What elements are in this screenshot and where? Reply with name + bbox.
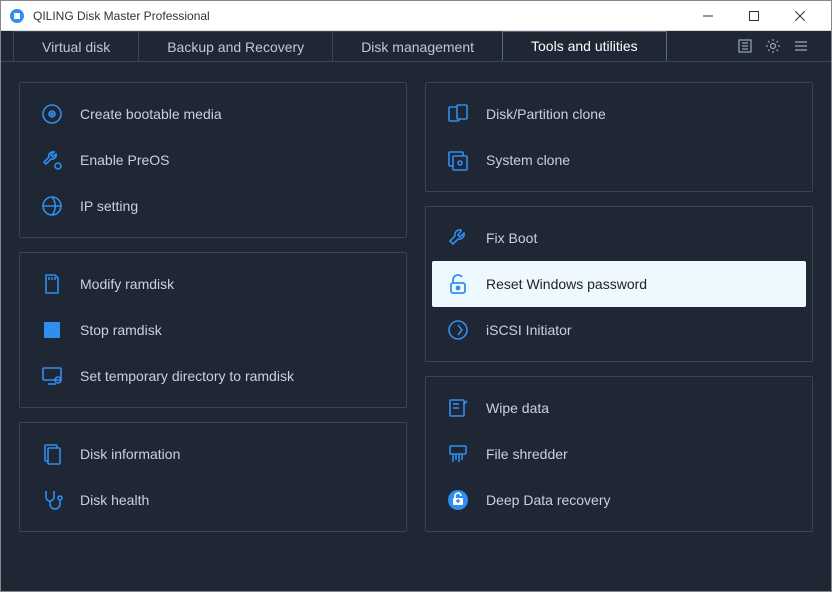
item-ip-setting[interactable]: IP setting bbox=[26, 183, 400, 229]
item-create-bootable-media[interactable]: Create bootable media bbox=[26, 91, 400, 137]
panel-repair: Fix Boot Reset Windows password iSCSI In… bbox=[425, 206, 813, 362]
app-window: QILING Disk Master Professional Virtual … bbox=[0, 0, 832, 592]
item-label: IP setting bbox=[80, 198, 386, 214]
gear-icon[interactable] bbox=[765, 38, 781, 54]
item-label: Stop ramdisk bbox=[80, 322, 386, 338]
panel-ramdisk: Modify ramdisk Stop ramdisk Set temporar… bbox=[19, 252, 407, 408]
item-label: Create bootable media bbox=[80, 106, 386, 122]
item-system-clone[interactable]: System clone bbox=[432, 137, 806, 183]
item-enable-preos[interactable]: Enable PreOS bbox=[26, 137, 400, 183]
item-label: Fix Boot bbox=[486, 230, 792, 246]
item-deep-data-recovery[interactable]: Deep Data recovery bbox=[432, 477, 806, 523]
clone-system-icon bbox=[446, 148, 470, 172]
ip-icon bbox=[40, 194, 64, 218]
item-label: System clone bbox=[486, 152, 792, 168]
right-column: Disk/Partition clone System clone bbox=[425, 82, 813, 571]
tab-backup-recovery[interactable]: Backup and Recovery bbox=[138, 31, 333, 61]
shredder-icon bbox=[446, 442, 470, 466]
content-area: Create bootable media Enable PreOS IP se… bbox=[1, 61, 831, 591]
panel-clone: Disk/Partition clone System clone bbox=[425, 82, 813, 192]
item-label: Disk/Partition clone bbox=[486, 106, 792, 122]
iscsi-icon bbox=[446, 318, 470, 342]
minimize-button[interactable] bbox=[685, 1, 731, 31]
recovery-icon bbox=[446, 488, 470, 512]
wipe-icon bbox=[446, 396, 470, 420]
disc-icon bbox=[40, 102, 64, 126]
clone-disk-icon bbox=[446, 102, 470, 126]
sdcard-icon bbox=[40, 272, 64, 296]
item-label: Enable PreOS bbox=[80, 152, 386, 168]
item-label: iSCSI Initiator bbox=[486, 322, 792, 338]
item-file-shredder[interactable]: File shredder bbox=[432, 431, 806, 477]
item-modify-ramdisk[interactable]: Modify ramdisk bbox=[26, 261, 400, 307]
stethoscope-icon bbox=[40, 488, 64, 512]
titlebar: QILING Disk Master Professional bbox=[1, 1, 831, 31]
item-label: Set temporary directory to ramdisk bbox=[80, 368, 386, 384]
app-body: Virtual disk Backup and Recovery Disk ma… bbox=[1, 31, 831, 591]
item-label: Deep Data recovery bbox=[486, 492, 792, 508]
wrench-icon bbox=[446, 226, 470, 250]
menu-icon[interactable] bbox=[793, 38, 809, 54]
tabbar: Virtual disk Backup and Recovery Disk ma… bbox=[1, 31, 831, 61]
app-icon bbox=[9, 8, 25, 24]
item-label: Disk health bbox=[80, 492, 386, 508]
log-icon[interactable] bbox=[737, 38, 753, 54]
item-disk-health[interactable]: Disk health bbox=[26, 477, 400, 523]
toolbar-icons bbox=[727, 31, 819, 61]
panel-diskinfo: Disk information Disk health bbox=[19, 422, 407, 532]
stop-icon bbox=[40, 318, 64, 342]
doc-icon bbox=[40, 442, 64, 466]
wrench-gear-icon bbox=[40, 148, 64, 172]
item-wipe-data[interactable]: Wipe data bbox=[432, 385, 806, 431]
item-disk-information[interactable]: Disk information bbox=[26, 431, 400, 477]
item-label: Reset Windows password bbox=[486, 276, 792, 292]
tab-disk-management[interactable]: Disk management bbox=[332, 31, 503, 61]
item-set-temp-ramdisk[interactable]: Set temporary directory to ramdisk bbox=[26, 353, 400, 399]
item-label: Disk information bbox=[80, 446, 386, 462]
tab-tools-utilities[interactable]: Tools and utilities bbox=[502, 31, 667, 61]
window-controls bbox=[685, 1, 823, 31]
item-label: Wipe data bbox=[486, 400, 792, 416]
item-iscsi-initiator[interactable]: iSCSI Initiator bbox=[432, 307, 806, 353]
item-label: File shredder bbox=[486, 446, 792, 462]
item-disk-partition-clone[interactable]: Disk/Partition clone bbox=[432, 91, 806, 137]
left-column: Create bootable media Enable PreOS IP se… bbox=[19, 82, 407, 571]
monitor-gear-icon bbox=[40, 364, 64, 388]
panel-data: Wipe data File shredder Deep Data recove… bbox=[425, 376, 813, 532]
tab-virtual-disk[interactable]: Virtual disk bbox=[13, 31, 139, 61]
close-button[interactable] bbox=[777, 1, 823, 31]
panel-bootable: Create bootable media Enable PreOS IP se… bbox=[19, 82, 407, 238]
item-fix-boot[interactable]: Fix Boot bbox=[432, 215, 806, 261]
window-title: QILING Disk Master Professional bbox=[33, 9, 685, 23]
item-reset-windows-password[interactable]: Reset Windows password bbox=[432, 261, 806, 307]
maximize-button[interactable] bbox=[731, 1, 777, 31]
item-label: Modify ramdisk bbox=[80, 276, 386, 292]
item-stop-ramdisk[interactable]: Stop ramdisk bbox=[26, 307, 400, 353]
lock-icon bbox=[446, 272, 470, 296]
